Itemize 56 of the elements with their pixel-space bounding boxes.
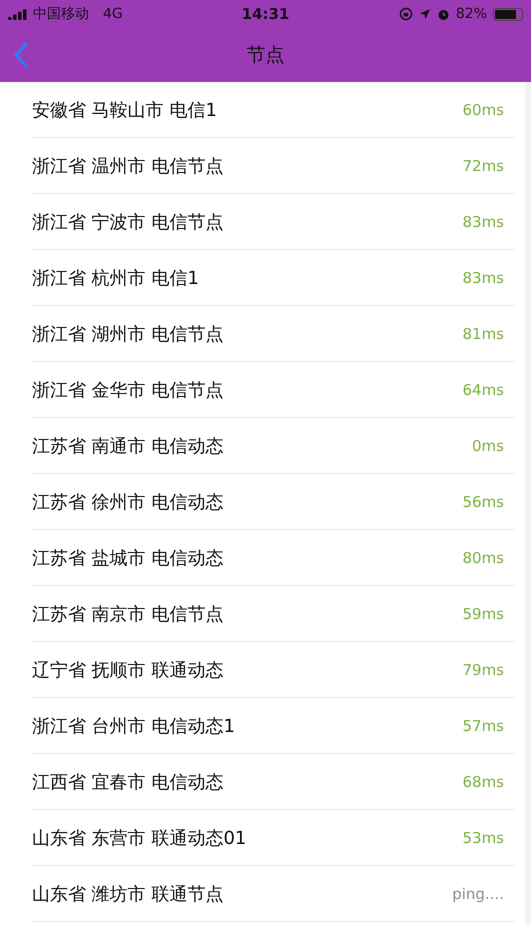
node-row[interactable]: 山东省 潍坊市 联通节点 ping.... bbox=[32, 866, 514, 922]
latency-label: 0ms bbox=[472, 436, 504, 454]
node-row[interactable]: 辽宁省 抚顺市 联通动态 79ms bbox=[32, 642, 514, 698]
latency-label: ping.... bbox=[452, 884, 504, 902]
node-name: 山东省 东营市 联通动态01 bbox=[32, 826, 246, 850]
node-name: 江苏省 南京市 电信节点 bbox=[32, 602, 224, 626]
node-row[interactable]: 江西省 宜春市 电信动态 68ms bbox=[32, 754, 514, 810]
page-title: 节点 bbox=[246, 43, 284, 68]
node-row[interactable]: 浙江省 金华市 电信节点 64ms bbox=[32, 362, 514, 418]
clock: 14:31 bbox=[242, 5, 290, 23]
node-name: 浙江省 湖州市 电信节点 bbox=[32, 322, 224, 346]
battery-icon bbox=[493, 8, 523, 20]
node-name: 浙江省 宁波市 电信节点 bbox=[32, 210, 224, 234]
node-name: 山东省 潍坊市 联通节点 bbox=[32, 882, 224, 906]
rotation-lock-icon bbox=[398, 7, 413, 21]
signal-icon bbox=[8, 8, 27, 20]
latency-label: 72ms bbox=[462, 156, 504, 174]
node-name: 江苏省 徐州市 电信动态 bbox=[32, 490, 224, 514]
latency-label: 83ms bbox=[462, 212, 504, 230]
node-row[interactable]: 安徽省 马鞍山市 电信1 60ms bbox=[32, 82, 514, 138]
node-row[interactable]: 浙江省 宁波市 电信节点 83ms bbox=[32, 194, 514, 250]
latency-label: 56ms bbox=[462, 492, 504, 510]
node-row[interactable]: 江苏省 南通市 电信动态 0ms bbox=[32, 418, 514, 474]
node-name: 浙江省 台州市 电信动态1 bbox=[32, 714, 235, 738]
network-label: 4G bbox=[103, 6, 123, 22]
latency-label: 60ms bbox=[462, 100, 504, 118]
location-icon bbox=[418, 8, 431, 20]
node-name: 安徽省 马鞍山市 电信1 bbox=[32, 98, 217, 122]
chevron-left-icon bbox=[14, 42, 28, 68]
node-row[interactable]: 江苏省 盐城市 电信动态 80ms bbox=[32, 530, 514, 586]
node-row[interactable]: 江苏省 徐州市 电信动态 56ms bbox=[32, 474, 514, 530]
latency-label: 64ms bbox=[462, 380, 504, 398]
latency-label: 80ms bbox=[462, 548, 504, 566]
node-name: 江苏省 盐城市 电信动态 bbox=[32, 546, 224, 570]
node-name: 浙江省 杭州市 电信1 bbox=[32, 266, 199, 290]
node-row[interactable]: 江苏省 南京市 电信节点 59ms bbox=[32, 586, 514, 642]
battery-percent: 82% bbox=[456, 6, 487, 22]
latency-label: 83ms bbox=[462, 268, 504, 286]
latency-label: 53ms bbox=[462, 828, 504, 846]
node-row[interactable]: 浙江省 杭州市 电信1 83ms bbox=[32, 250, 514, 306]
node-name: 浙江省 金华市 电信节点 bbox=[32, 378, 224, 402]
node-name: 浙江省 温州市 电信节点 bbox=[32, 154, 224, 178]
node-name: 江西省 宜春市 电信动态 bbox=[32, 770, 224, 794]
node-row[interactable]: 浙江省 湖州市 电信节点 81ms bbox=[32, 306, 514, 362]
latency-label: 81ms bbox=[462, 324, 504, 342]
latency-label: 57ms bbox=[462, 716, 504, 734]
latency-label: 68ms bbox=[462, 772, 504, 790]
latency-label: 79ms bbox=[462, 660, 504, 678]
node-name: 辽宁省 抚顺市 联通动态 bbox=[32, 658, 224, 682]
node-row[interactable]: 山东省 东营市 联通动态01 53ms bbox=[32, 810, 514, 866]
alarm-icon bbox=[436, 8, 450, 20]
carrier-label: 中国移动 bbox=[33, 5, 89, 23]
node-row[interactable]: 浙江省 温州市 电信节点 72ms bbox=[32, 138, 514, 194]
latency-label: 59ms bbox=[462, 604, 504, 622]
node-row[interactable]: 浙江省 台州市 电信动态1 57ms bbox=[32, 698, 514, 754]
node-name: 江苏省 南通市 电信动态 bbox=[32, 434, 224, 458]
